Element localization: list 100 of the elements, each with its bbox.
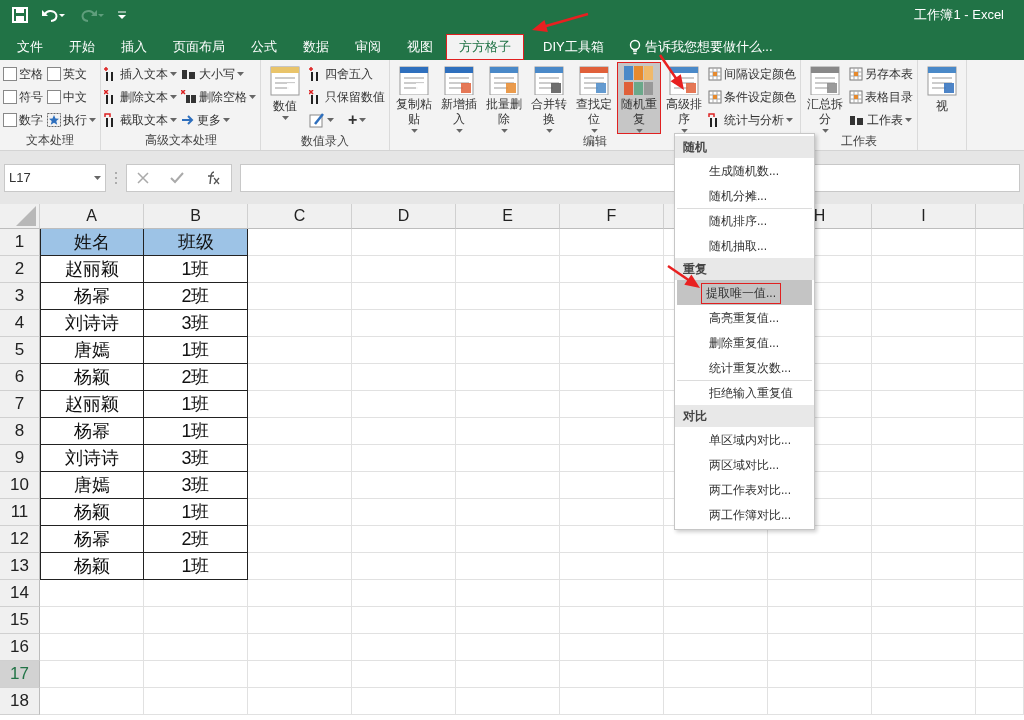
ribbon-large-button[interactable]: 新增插入 [438, 63, 480, 133]
ribbon-tab[interactable]: 页面布局 [160, 34, 238, 60]
column-header[interactable]: D [352, 204, 456, 229]
delete-space-icon [181, 90, 197, 104]
ribbon-large-button[interactable]: 视 [921, 63, 963, 133]
ribbon-large-button[interactable]: 汇总拆分 [804, 63, 846, 133]
group-label: 高级文本处理 [144, 132, 217, 149]
row-header[interactable]: 10 [0, 472, 40, 499]
ribbon-tab[interactable]: 数据 [290, 34, 342, 60]
row-header[interactable]: 18 [0, 688, 40, 715]
sheet-icon [443, 65, 475, 96]
grid-icon [708, 67, 722, 81]
enter-checkmark-icon[interactable] [170, 171, 184, 184]
plus-button[interactable]: + [348, 111, 358, 129]
undo-icon[interactable] [42, 8, 66, 22]
ribbon-large-button[interactable]: 随机重复 [618, 63, 660, 133]
ribbon-tab[interactable]: DIY工具箱 [530, 34, 617, 60]
ribbon-tab[interactable]: 方方格子 [446, 34, 524, 60]
row-header[interactable]: 6 [0, 364, 40, 391]
ribbon-button[interactable]: 删除文本 [104, 86, 178, 108]
menu-item[interactable]: 两区域对比... [677, 452, 812, 477]
checkbox[interactable]: 英文 [47, 63, 97, 85]
ribbon-button[interactable]: 间隔设定颜色 [708, 63, 797, 85]
ribbon-button[interactable]: 条件设定颜色 [708, 86, 797, 108]
ribbon-button[interactable]: 工作表 [849, 109, 914, 131]
table-cell: 赵丽颖 [40, 391, 144, 418]
redo-icon[interactable] [80, 8, 104, 22]
checkbox[interactable]: 空格 [3, 63, 44, 85]
ribbon-large-button[interactable]: 复制粘贴 [393, 63, 435, 133]
row-header[interactable]: 4 [0, 310, 40, 337]
menu-item[interactable]: 删除重复值... [677, 330, 812, 355]
ribbon-tab[interactable]: 插入 [108, 34, 160, 60]
column-header[interactable]: F [560, 204, 664, 229]
tell-me-field[interactable]: 告诉我您想要做什么... [628, 34, 773, 60]
ribbon-tab[interactable]: 视图 [394, 34, 446, 60]
ribbon-tab[interactable]: 公式 [238, 34, 290, 60]
menu-item[interactable]: 两工作簿对比... [677, 502, 812, 527]
row-header[interactable]: 2 [0, 256, 40, 283]
annotation-arrow [658, 54, 684, 90]
menu-item[interactable]: 提取唯一值... [677, 280, 812, 305]
menu-item[interactable]: 随机抽取... [677, 233, 812, 258]
ribbon-large-button[interactable]: 批量删除 [483, 63, 525, 133]
ribbon-tab[interactable]: 审阅 [342, 34, 394, 60]
column-header[interactable] [976, 204, 1024, 229]
menu-heading: 重复 [675, 258, 814, 280]
ribbon-button[interactable]: 另存本表 [849, 63, 914, 85]
row-header[interactable]: 9 [0, 445, 40, 472]
row-header[interactable]: 12 [0, 526, 40, 553]
column-header[interactable]: A [40, 204, 144, 229]
ribbon-large-button[interactable]: 合并转换 [528, 63, 570, 133]
ribbon-tab[interactable]: 文件 [4, 34, 56, 60]
ribbon-button[interactable]: 更多 [181, 109, 257, 131]
select-all-corner[interactable] [0, 204, 40, 229]
customize-menu-icon[interactable] [118, 11, 126, 19]
checkbox[interactable]: 数字 [3, 109, 44, 131]
checkbox[interactable]: 符号 [3, 86, 44, 108]
ribbon-tab[interactable]: 开始 [56, 34, 108, 60]
menu-item[interactable]: 单区域内对比... [677, 427, 812, 452]
pencil-grid-icon[interactable] [309, 112, 325, 128]
row-header[interactable]: 8 [0, 418, 40, 445]
cancel-icon[interactable] [137, 171, 150, 184]
name-box[interactable]: L17 [4, 163, 106, 192]
ribbon-large-button[interactable]: 数值 [264, 63, 306, 133]
ribbon-button[interactable]: 大小写 [181, 63, 257, 85]
row-header[interactable]: 16 [0, 634, 40, 661]
ribbon-button[interactable]: 四舍五入 [309, 63, 386, 85]
sheet-icon [533, 65, 565, 96]
menu-item[interactable]: 两工作表对比... [677, 477, 812, 502]
row-header[interactable]: 1 [0, 229, 40, 256]
table-cell: 刘诗诗 [40, 310, 144, 337]
grid-icon [849, 67, 863, 81]
row-header[interactable]: 13 [0, 553, 40, 580]
row-header[interactable]: 5 [0, 337, 40, 364]
row-header[interactable]: 7 [0, 391, 40, 418]
table-cell: 唐嫣 [40, 337, 144, 364]
ribbon-button[interactable]: 统计与分析 [708, 109, 797, 131]
row-header[interactable]: 14 [0, 580, 40, 607]
ribbon-button[interactable]: 删除空格 [181, 86, 257, 108]
row-header[interactable]: 15 [0, 607, 40, 634]
table-cell: 1班 [144, 553, 248, 580]
row-header[interactable]: 11 [0, 499, 40, 526]
table-cell: 唐嫣 [40, 472, 144, 499]
ribbon-button[interactable]: 只保留数值 [309, 86, 386, 108]
ribbon-large-button[interactable]: 查找定位 [573, 63, 615, 133]
column-header[interactable]: I [872, 204, 976, 229]
column-header[interactable]: B [144, 204, 248, 229]
ribbon-button[interactable]: 插入文本 [104, 63, 178, 85]
save-icon[interactable] [12, 7, 28, 23]
ribbon-button[interactable]: 表格目录 [849, 86, 914, 108]
checkbox[interactable]: 中文 [47, 86, 97, 108]
column-header[interactable]: C [248, 204, 352, 229]
ribbon-button[interactable]: 截取文本 [104, 109, 178, 131]
column-header[interactable]: E [456, 204, 560, 229]
menu-item[interactable]: 高亮重复值... [677, 305, 812, 330]
row-header[interactable]: 3 [0, 283, 40, 310]
row-header[interactable]: 17 [0, 661, 40, 688]
menu-item[interactable]: 统计重复次数... [677, 355, 812, 380]
menu-item[interactable]: 随机排序... [677, 208, 812, 233]
menu-item[interactable]: 生成随机数... [677, 158, 812, 183]
ribbon-button[interactable]: 执行 [47, 109, 97, 131]
